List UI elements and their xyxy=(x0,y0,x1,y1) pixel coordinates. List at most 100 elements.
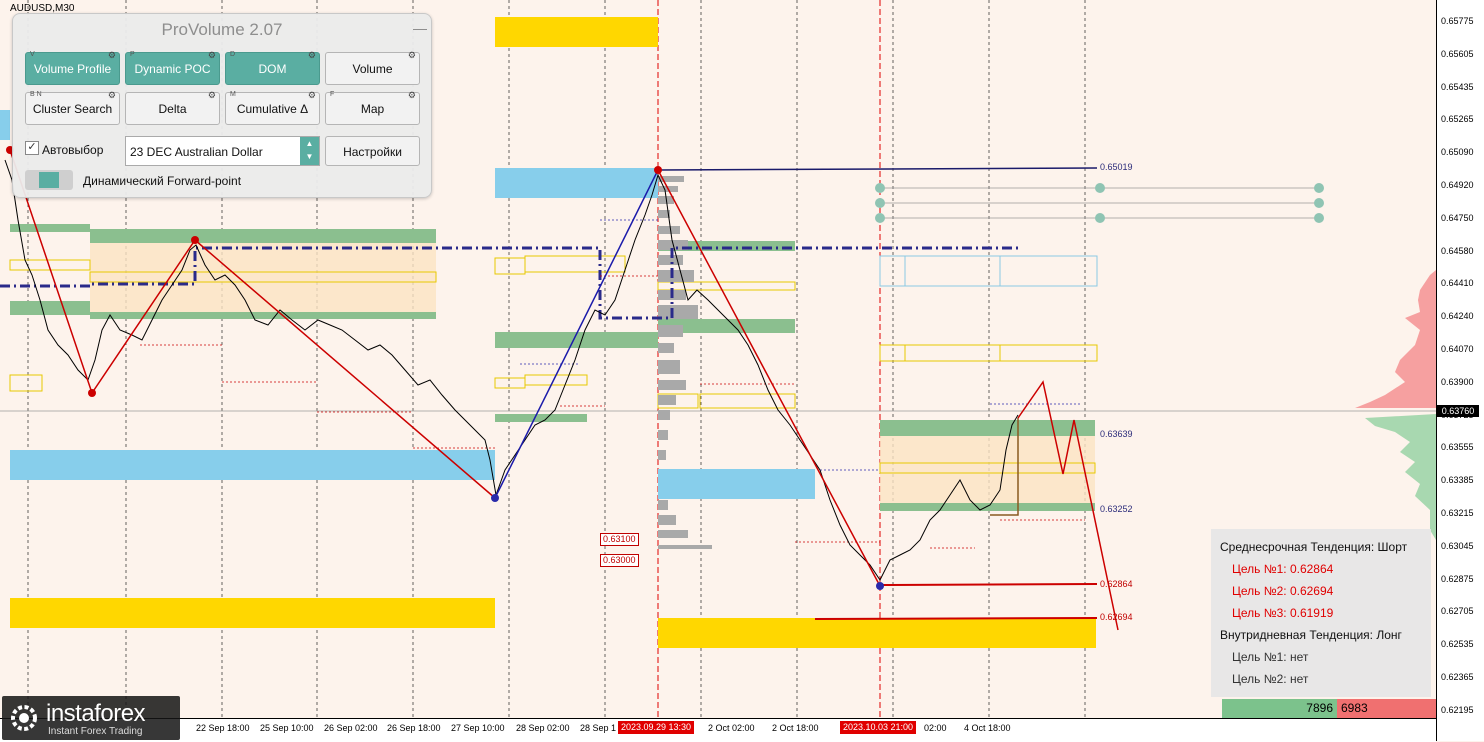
hotkey: B N xyxy=(30,91,42,98)
level-upper-label: 0.65019 xyxy=(1100,162,1133,172)
panel-title: ProVolume 2.07 xyxy=(161,20,283,39)
level-target2-label: 0.62694 xyxy=(1100,612,1133,622)
time-label: 2 Oct 18:00 xyxy=(772,723,819,733)
current-price-tag: 0.63760 xyxy=(1437,405,1479,417)
right-profile-buy xyxy=(1365,414,1436,540)
hotkey: F xyxy=(330,91,335,98)
gear-icon[interactable]: ⚙ xyxy=(408,50,416,60)
trend-info-box: Среднесрочная Тенденция: Шорт Цель №1: 0… xyxy=(1211,529,1431,697)
button-label: Map xyxy=(360,102,385,116)
button-label: Volume Profile xyxy=(33,62,112,76)
sell-volume: 6983 xyxy=(1337,699,1436,718)
mid-target-2: Цель №2: 0.62694 xyxy=(1232,584,1334,598)
level-target1-label: 0.62864 xyxy=(1100,579,1133,589)
time-label: 4 Oct 18:00 xyxy=(964,723,1011,733)
autoselect-checkbox[interactable]: ✓ xyxy=(25,141,39,155)
price-tick: 0.65605 xyxy=(1441,48,1474,59)
time-label: 28 Sep 1 xyxy=(580,723,617,733)
autoselect-label: Автовыбор xyxy=(42,143,104,157)
minimize-button[interactable]: — xyxy=(413,20,427,36)
button-label: Cluster Search xyxy=(32,102,113,116)
price-tick: 0.65090 xyxy=(1441,147,1474,158)
intra-target-1: Цель №1: нет xyxy=(1232,650,1309,664)
price-series xyxy=(4,159,1019,581)
mid-target-3: Цель №3: 0.61919 xyxy=(1232,606,1334,620)
price-axis xyxy=(1436,0,1484,741)
button-label: Dynamic POC xyxy=(134,62,211,76)
session-markers xyxy=(657,0,881,718)
delta-button[interactable]: ⚙ Delta xyxy=(125,90,220,125)
dom-button[interactable]: D ⚙ DOM xyxy=(225,50,320,85)
target1-line xyxy=(879,583,1098,586)
button-label: Volume xyxy=(352,62,393,76)
logo-name: instaforex xyxy=(46,700,146,727)
time-highlight-tag: 2023.09.29 13:30 xyxy=(618,721,695,734)
price-tick: 0.62365 xyxy=(1441,672,1474,682)
outlined-blue-boxes xyxy=(879,255,1098,287)
logo-tagline: Instant Forex Trading xyxy=(48,726,143,737)
price-tick: 0.62195 xyxy=(1441,704,1474,715)
volume-button[interactable]: ⚙ Volume xyxy=(325,50,420,85)
instrument-select[interactable]: 23 DEC Australian Dollar ▲ ▼ xyxy=(125,136,320,166)
forward-point-toggle[interactable] xyxy=(25,170,73,190)
forward-point-label: Динамический Forward-point xyxy=(83,174,242,188)
gear-icon[interactable]: ⚙ xyxy=(308,50,316,60)
map-button[interactable]: F ⚙ Map xyxy=(325,90,420,125)
volume-balance-bar: 7896 6983 xyxy=(1222,699,1436,718)
button-label: DOM xyxy=(258,62,287,76)
hotkey: D xyxy=(230,51,236,58)
gear-icon[interactable]: ⚙ xyxy=(208,90,216,100)
hotkey: P xyxy=(130,51,135,58)
price-tick: 0.62535 xyxy=(1441,639,1474,650)
mid-target-1: Цель №1: 0.62864 xyxy=(1232,562,1334,576)
time-highlight-tag: 2023.10.03 21:00 xyxy=(840,721,917,734)
right-profile-sell xyxy=(1355,270,1436,408)
price-tick: 0.64410 xyxy=(1441,278,1474,289)
gear-icon[interactable]: ⚙ xyxy=(408,90,416,100)
cluster-search-button[interactable]: B N ⚙ Cluster Search xyxy=(25,90,120,125)
price-tick: 0.65265 xyxy=(1441,114,1474,125)
settings-button[interactable]: Настройки xyxy=(325,136,420,166)
gear-icon[interactable]: ⚙ xyxy=(108,90,116,100)
swing-points xyxy=(6,146,884,590)
intra-trend-label: Внутридневная Тенденция: Лонг xyxy=(1220,628,1402,642)
time-label: 26 Sep 18:00 xyxy=(387,723,441,733)
price-tick: 0.64580 xyxy=(1441,245,1474,256)
price-tick: 0.63215 xyxy=(1441,508,1474,518)
level-zone-top-label: 0.63639 xyxy=(1100,429,1133,439)
buy-volume: 7896 xyxy=(1222,699,1337,718)
button-label: Delta xyxy=(158,102,187,116)
intra-target-2: Цель №2: нет xyxy=(1232,672,1309,686)
price-tick: 0.63900 xyxy=(1441,376,1474,387)
gear-logo-icon xyxy=(11,705,37,731)
time-label: 26 Sep 02:00 xyxy=(324,723,378,733)
down-trend-lines xyxy=(9,149,1119,631)
dynamic-poc-button[interactable]: P ⚙ Dynamic POC xyxy=(125,50,220,85)
volume-profile-button[interactable]: V ⚙ Volume Profile xyxy=(25,50,120,85)
price-tick: 0.63385 xyxy=(1441,475,1474,486)
price-tick: 0.64750 xyxy=(1441,212,1474,223)
cumulative-delta-button[interactable]: M ⚙ Cumulative Δ xyxy=(225,90,320,125)
price-tick: 0.63045 xyxy=(1441,540,1474,551)
hotkey: V xyxy=(30,51,35,58)
gear-icon[interactable]: ⚙ xyxy=(108,50,116,60)
spinner-arrows-icon[interactable]: ▲ ▼ xyxy=(300,137,319,165)
gear-icon[interactable]: ⚙ xyxy=(208,50,216,60)
provolume-panel: ProVolume 2.07 — V ⚙ Volume Profile P ⚙ … xyxy=(12,13,432,198)
price-tick: 0.63555 xyxy=(1441,442,1474,453)
gear-icon[interactable]: ⚙ xyxy=(308,90,316,100)
time-label: 2 Oct 02:00 xyxy=(708,723,755,733)
price-tick: 0.64240 xyxy=(1441,311,1474,322)
target2-line xyxy=(814,617,1098,620)
upper-level-line xyxy=(657,167,1098,171)
boxed-price-b: 0.63000 xyxy=(600,554,639,567)
time-label: 02:00 xyxy=(924,723,947,733)
level-zone-bottom-label: 0.63252 xyxy=(1100,504,1133,514)
time-label: 25 Sep 10:00 xyxy=(260,723,314,733)
time-label: 22 Sep 18:00 xyxy=(196,723,250,733)
instaforex-logo: instaforex Instant Forex Trading xyxy=(2,696,180,740)
toggle-knob xyxy=(39,172,59,188)
price-tick: 0.64070 xyxy=(1441,344,1474,354)
boxed-price-a: 0.63100 xyxy=(600,533,639,546)
price-tick: 0.62705 xyxy=(1441,606,1474,617)
